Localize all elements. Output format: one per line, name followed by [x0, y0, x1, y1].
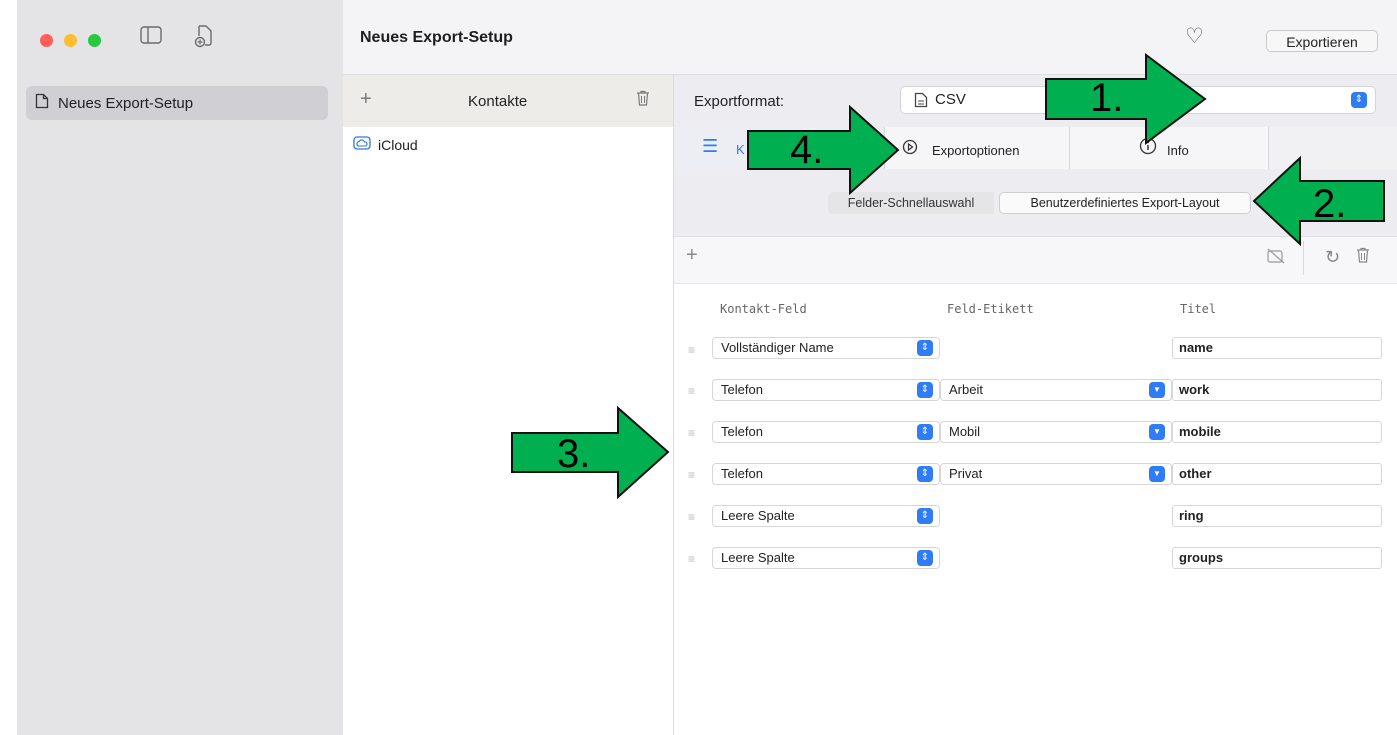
segment-benutzerdefiniertes-layout[interactable]: Benutzerdefiniertes Export-Layout: [999, 192, 1251, 214]
contact-field-value: Telefon: [721, 424, 763, 439]
contacts-header-title: Kontakte: [468, 93, 528, 110]
export-format-value: CSV: [935, 91, 966, 108]
column-header-titel: Titel: [1180, 302, 1217, 316]
contact-field-value: Leere Spalte: [721, 550, 795, 565]
heart-icon[interactable]: ♡: [1185, 24, 1204, 49]
title-input[interactable]: name: [1172, 337, 1382, 359]
minimize-window-button[interactable]: [64, 34, 77, 47]
field-label-select[interactable]: Privat ▼: [940, 463, 1172, 485]
annotation-arrow-1: [1045, 53, 1207, 145]
title-input[interactable]: mobile: [1172, 421, 1382, 443]
column-header-feld-etikett: Feld-Etikett: [947, 302, 1034, 316]
hide-fields-icon[interactable]: [1267, 248, 1285, 269]
add-icon[interactable]: +: [360, 88, 372, 111]
reload-icon[interactable]: ↻: [1325, 247, 1340, 268]
annotation-label-1: 1.: [1090, 76, 1124, 120]
close-window-button[interactable]: [40, 34, 53, 47]
contact-field-select[interactable]: Telefon ⇕: [712, 379, 940, 401]
chevron-updown-icon: ⇕: [917, 466, 933, 482]
drag-handle-icon[interactable]: ≡: [688, 552, 695, 566]
cloud-icon: [353, 136, 371, 154]
chevron-down-icon: ▼: [1149, 424, 1165, 440]
chevron-updown-icon: ⇕: [1351, 92, 1367, 108]
chevron-updown-icon: ⇕: [917, 508, 933, 524]
drag-handle-icon[interactable]: ≡: [688, 384, 695, 398]
annotation-arrow-3: [511, 405, 670, 500]
play-circle-icon: [902, 139, 918, 160]
chevron-updown-icon: ⇕: [917, 424, 933, 440]
field-label-value: Mobil: [949, 424, 981, 439]
contact-field-select[interactable]: Vollständiger Name ⇕: [712, 337, 940, 359]
annotation-label-4: 4.: [790, 128, 824, 172]
field-label-select[interactable]: Arbeit ▼: [940, 379, 1172, 401]
chevron-updown-icon: ⇕: [917, 382, 933, 398]
chevron-updown-icon: ⇕: [917, 550, 933, 566]
sidebar-toggle-icon[interactable]: [140, 26, 162, 47]
document-icon: [35, 93, 49, 112]
window-title: Neues Export-Setup: [360, 29, 513, 46]
annotation-label-2: 2.: [1313, 182, 1347, 226]
contact-field-select[interactable]: Leere Spalte ⇕: [712, 505, 940, 527]
contact-field-select[interactable]: Telefon ⇕: [712, 421, 940, 443]
contact-field-value: Vollständiger Name: [721, 340, 834, 355]
contact-field-value: Telefon: [721, 466, 763, 481]
list-icon: ☰: [702, 136, 719, 156]
field-label-value: Privat: [949, 466, 983, 481]
drag-handle-icon[interactable]: ≡: [688, 468, 695, 482]
column-header-kontakt-feld: Kontakt-Feld: [720, 302, 807, 316]
trash-icon[interactable]: [1356, 247, 1370, 268]
contact-field-value: Leere Spalte: [721, 508, 795, 523]
field-label-value: Arbeit: [949, 382, 983, 397]
field-label-select[interactable]: Mobil ▼: [940, 421, 1172, 443]
title-input[interactable]: work: [1172, 379, 1382, 401]
tab-exportoptionen-label: Exportoptionen: [932, 143, 1020, 158]
source-item-icloud[interactable]: iCloud: [378, 137, 418, 153]
drag-handle-icon[interactable]: ≡: [688, 510, 695, 524]
new-document-icon[interactable]: [193, 24, 215, 51]
title-input[interactable]: groups: [1172, 547, 1382, 569]
annotation-label-3: 3.: [557, 432, 591, 476]
contact-field-value: Telefon: [721, 382, 763, 397]
chevron-down-icon: ▼: [1149, 466, 1165, 482]
chevron-updown-icon: ⇕: [917, 340, 933, 356]
drag-handle-icon[interactable]: ≡: [688, 343, 695, 357]
title-input[interactable]: other: [1172, 463, 1382, 485]
export-button[interactable]: Exportieren: [1266, 30, 1378, 52]
chevron-down-icon: ▼: [1149, 382, 1165, 398]
drag-handle-icon[interactable]: ≡: [688, 426, 695, 440]
contact-field-select[interactable]: Leere Spalte ⇕: [712, 547, 940, 569]
zoom-window-button[interactable]: [88, 34, 101, 47]
title-input[interactable]: ring: [1172, 505, 1382, 527]
add-row-icon[interactable]: +: [686, 244, 698, 267]
contact-field-select[interactable]: Telefon ⇕: [712, 463, 940, 485]
sidebar-item-label: Neues Export-Setup: [58, 95, 194, 112]
trash-icon[interactable]: [636, 90, 650, 111]
document-icon: [914, 92, 928, 111]
